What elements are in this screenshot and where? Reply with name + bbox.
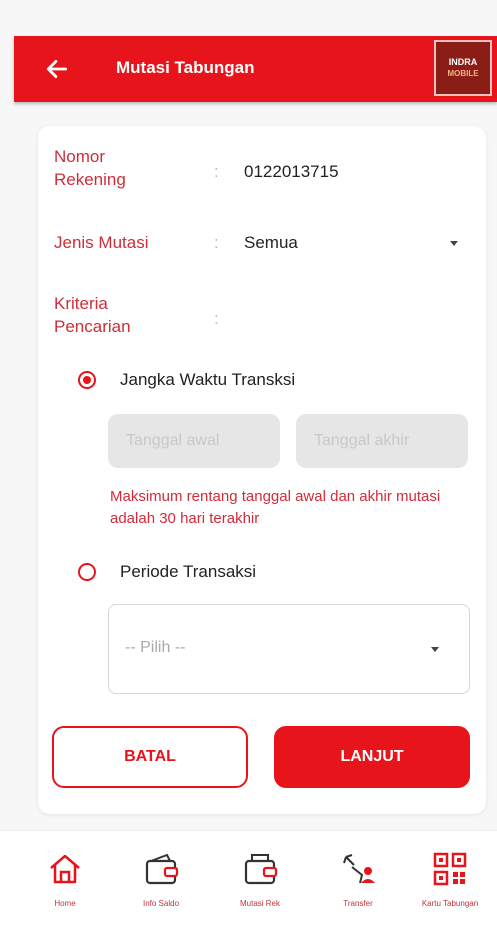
nav-label-mutasi-rek: Mutasi Rek <box>239 899 280 908</box>
nav-label-transfer: Transfer <box>343 899 373 908</box>
nav-label-home: Home <box>54 899 76 908</box>
colon: : <box>214 309 219 328</box>
wallet-icon <box>145 853 179 885</box>
colon: : <box>214 162 219 181</box>
page-title: Mutasi Tabungan <box>116 58 255 77</box>
radio-selected-dot <box>83 376 91 384</box>
period-option-label[interactable]: Periode Transaksi <box>120 562 256 582</box>
nav-item-transfer[interactable]: Transfer <box>318 851 398 908</box>
mutation-type-select[interactable]: Semua <box>236 226 472 258</box>
nav-item-home[interactable]: Home <box>25 851 105 908</box>
colon: : <box>214 233 219 252</box>
dropdown-caret-icon <box>431 647 439 652</box>
range-radio[interactable] <box>78 371 96 389</box>
search-criteria-label: Kriteria Pencarian <box>54 294 131 336</box>
period-select-placeholder: -- Pilih -- <box>125 639 186 656</box>
start-date-input[interactable]: Tanggal awal <box>108 414 280 468</box>
account-number-value: 0122013715 <box>244 162 339 181</box>
mutation-type-value: Semua <box>244 233 298 252</box>
period-radio[interactable] <box>78 563 96 581</box>
end-date-input[interactable]: Tanggal akhir <box>296 414 468 468</box>
next-button[interactable]: LANJUT <box>274 726 470 788</box>
nav-label-kartu-tabungan: Kartu Tabungan <box>421 899 479 908</box>
period-select[interactable]: -- Pilih -- <box>108 604 470 694</box>
back-arrow-icon[interactable] <box>44 56 70 82</box>
nav-item-kartu-tabungan[interactable]: Kartu Tabungan <box>410 851 490 908</box>
nav-label-info-saldo: Info Saldo <box>142 899 180 908</box>
range-option-label[interactable]: Jangka Waktu Transksi <box>120 370 295 390</box>
nav-item-mutasi-rek[interactable]: Mutasi Rek <box>220 851 300 908</box>
home-icon <box>50 854 80 884</box>
wallet-statement-icon <box>244 854 278 885</box>
range-limit-note: Maksimum rentang tanggal awal dan akhir … <box>110 488 441 527</box>
nav-item-info-saldo[interactable]: Info Saldo <box>121 851 201 908</box>
transfer-icon <box>343 854 375 884</box>
account-number-label: Nomor Rekening <box>54 147 126 189</box>
cancel-button[interactable]: BATAL <box>52 726 248 788</box>
qr-code-icon <box>433 852 467 886</box>
app-logo: INDRA MOBILE <box>434 40 492 96</box>
app-bar: Mutasi Tabungan INDRA MOBILE <box>14 36 497 102</box>
dropdown-caret-icon <box>450 241 458 246</box>
bottom-navigation: Home Info Saldo Mutasi Rek Transfer Kart… <box>0 830 497 929</box>
mutation-type-label: Jenis Mutasi <box>54 233 149 252</box>
